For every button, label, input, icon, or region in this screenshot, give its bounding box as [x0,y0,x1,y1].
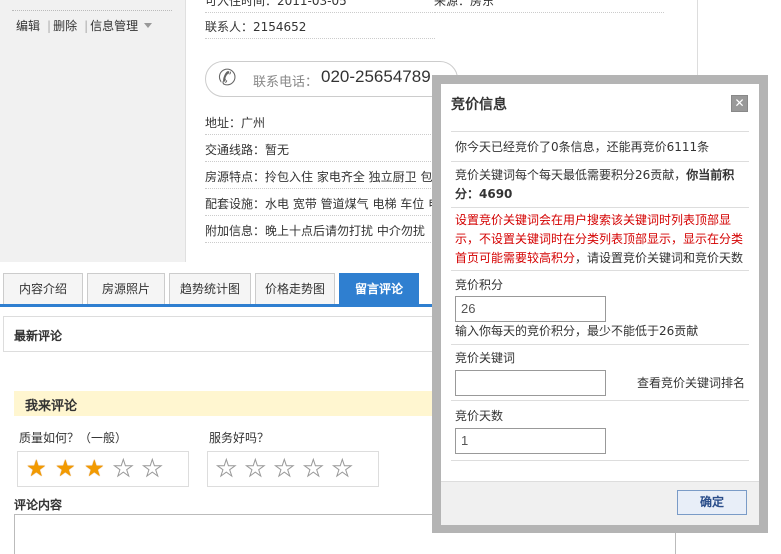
divider [451,161,749,162]
delete-link[interactable]: 删除 [53,19,77,33]
left-panel [0,0,186,262]
divider [434,12,664,13]
bid-points-hint: 输入你每天的竞价积分，最少不能低于26贡献 [455,324,699,338]
my-comment-title: 我来评论 [25,399,78,414]
facilities: 配套设施：水电 宽带 管道煤气 电梯 车位 电话 [205,197,453,211]
divider [451,344,749,345]
transit-lines: 交通线路：暂无 [205,143,290,157]
quality-star-icon[interactable]: ★ [142,457,164,481]
bid-points-prefix: 竞价关键词每个每天最低需要积分26贡献， [455,168,687,182]
tab-comments[interactable]: 留言评论 [339,273,419,304]
service-star-icon[interactable]: ★ [216,457,238,481]
my-comment-bar [14,391,439,416]
bid-points-input[interactable]: 26 [455,296,606,322]
additional-info: 附加信息：晚上十点后请勿打扰 中介勿扰 [205,224,425,238]
chevron-down-icon [144,23,153,28]
bid-days-input[interactable]: 1 [455,428,606,454]
quality-label: 质量如何？（一般） [19,431,128,445]
divider [205,242,435,243]
divider [205,134,435,135]
contact-person: 联系人：2154652 [205,20,307,34]
phone-number: 020-25654789 [321,67,431,86]
keyword-label: 竞价关键词 [455,351,516,365]
quality-star-icon[interactable]: ★ [84,458,105,481]
bid-points-label: 竞价积分 [455,278,504,292]
divider [205,12,435,13]
bid-days-label: 竞价天数 [455,409,504,423]
confirm-button[interactable]: 确定 [677,490,747,515]
divider [12,10,172,11]
divider [205,161,435,162]
latest-comments-title: 最新评论 [14,329,63,343]
edit-link[interactable]: 编辑 [16,19,40,33]
dialog-title: 竞价信息 [451,97,507,113]
bid-points-text: 竞价关键词每个每天最低需要积分26贡献，你当前积分：4690 [455,166,747,204]
quality-star-icon[interactable]: ★ [113,457,135,481]
divider [451,131,749,132]
divider [451,460,749,461]
tab-trend-stats[interactable]: 趋势统计图 [169,273,251,304]
tab-price-trend[interactable]: 价格走势图 [255,273,335,304]
info-manage-label: 信息管理 [90,19,139,33]
comment-content-label: 评论内容 [14,498,63,512]
quality-star-icon[interactable]: ★ [26,458,47,481]
service-star-icon[interactable]: ★ [303,457,325,481]
keyword-rank-link[interactable]: 查看竞价关键词排名 [637,374,747,393]
service-label: 服务好吗？ [209,431,270,445]
keyword-instruction: ，请设置竞价关键词和竞价天数 [575,251,744,265]
separator: | [47,19,52,33]
info-manage-menu[interactable]: 信息管理 [90,19,154,33]
keyword-input[interactable] [455,370,606,396]
address: 地址：广州 [205,116,266,130]
tab-property-photos[interactable]: 房源照片 [87,273,165,304]
divider [451,400,749,401]
keyword-notice: 设置竞价关键词会在用户搜索该关键词时列表顶部显示，不设置关键词时在分类列表顶部显… [455,211,747,268]
divider [205,188,435,189]
service-star-row: ★ ★ ★ ★ ★ [216,457,376,482]
tab-content-intro[interactable]: 内容介绍 [3,273,83,304]
move-in-date: 可入住时间：2011-03-05 [205,0,347,8]
divider [205,38,435,39]
bid-count-text: 你今天已经竞价了0条信息，还能再竞价6111条 [455,140,710,154]
action-links: 编辑 | 删除 | 信息管理 [16,17,156,34]
phone-label: 联系电话： [253,75,319,90]
property-features: 房源特点：拎包入住 家电齐全 独立厨卫 包物 [205,170,445,184]
service-star-icon[interactable]: ★ [332,457,354,481]
close-icon[interactable]: ✕ [731,95,748,112]
service-star-icon[interactable]: ★ [274,457,296,481]
separator: | [84,19,89,33]
divider [205,215,435,216]
phone-icon: ✆ [218,66,237,91]
divider [451,270,749,271]
quality-star-icon[interactable]: ★ [55,458,76,481]
divider [451,207,749,208]
quality-star-row: ★ ★ ★ ★ ★ [26,457,186,482]
source-info: 来源：房东 [434,0,495,8]
service-star-icon[interactable]: ★ [245,457,267,481]
